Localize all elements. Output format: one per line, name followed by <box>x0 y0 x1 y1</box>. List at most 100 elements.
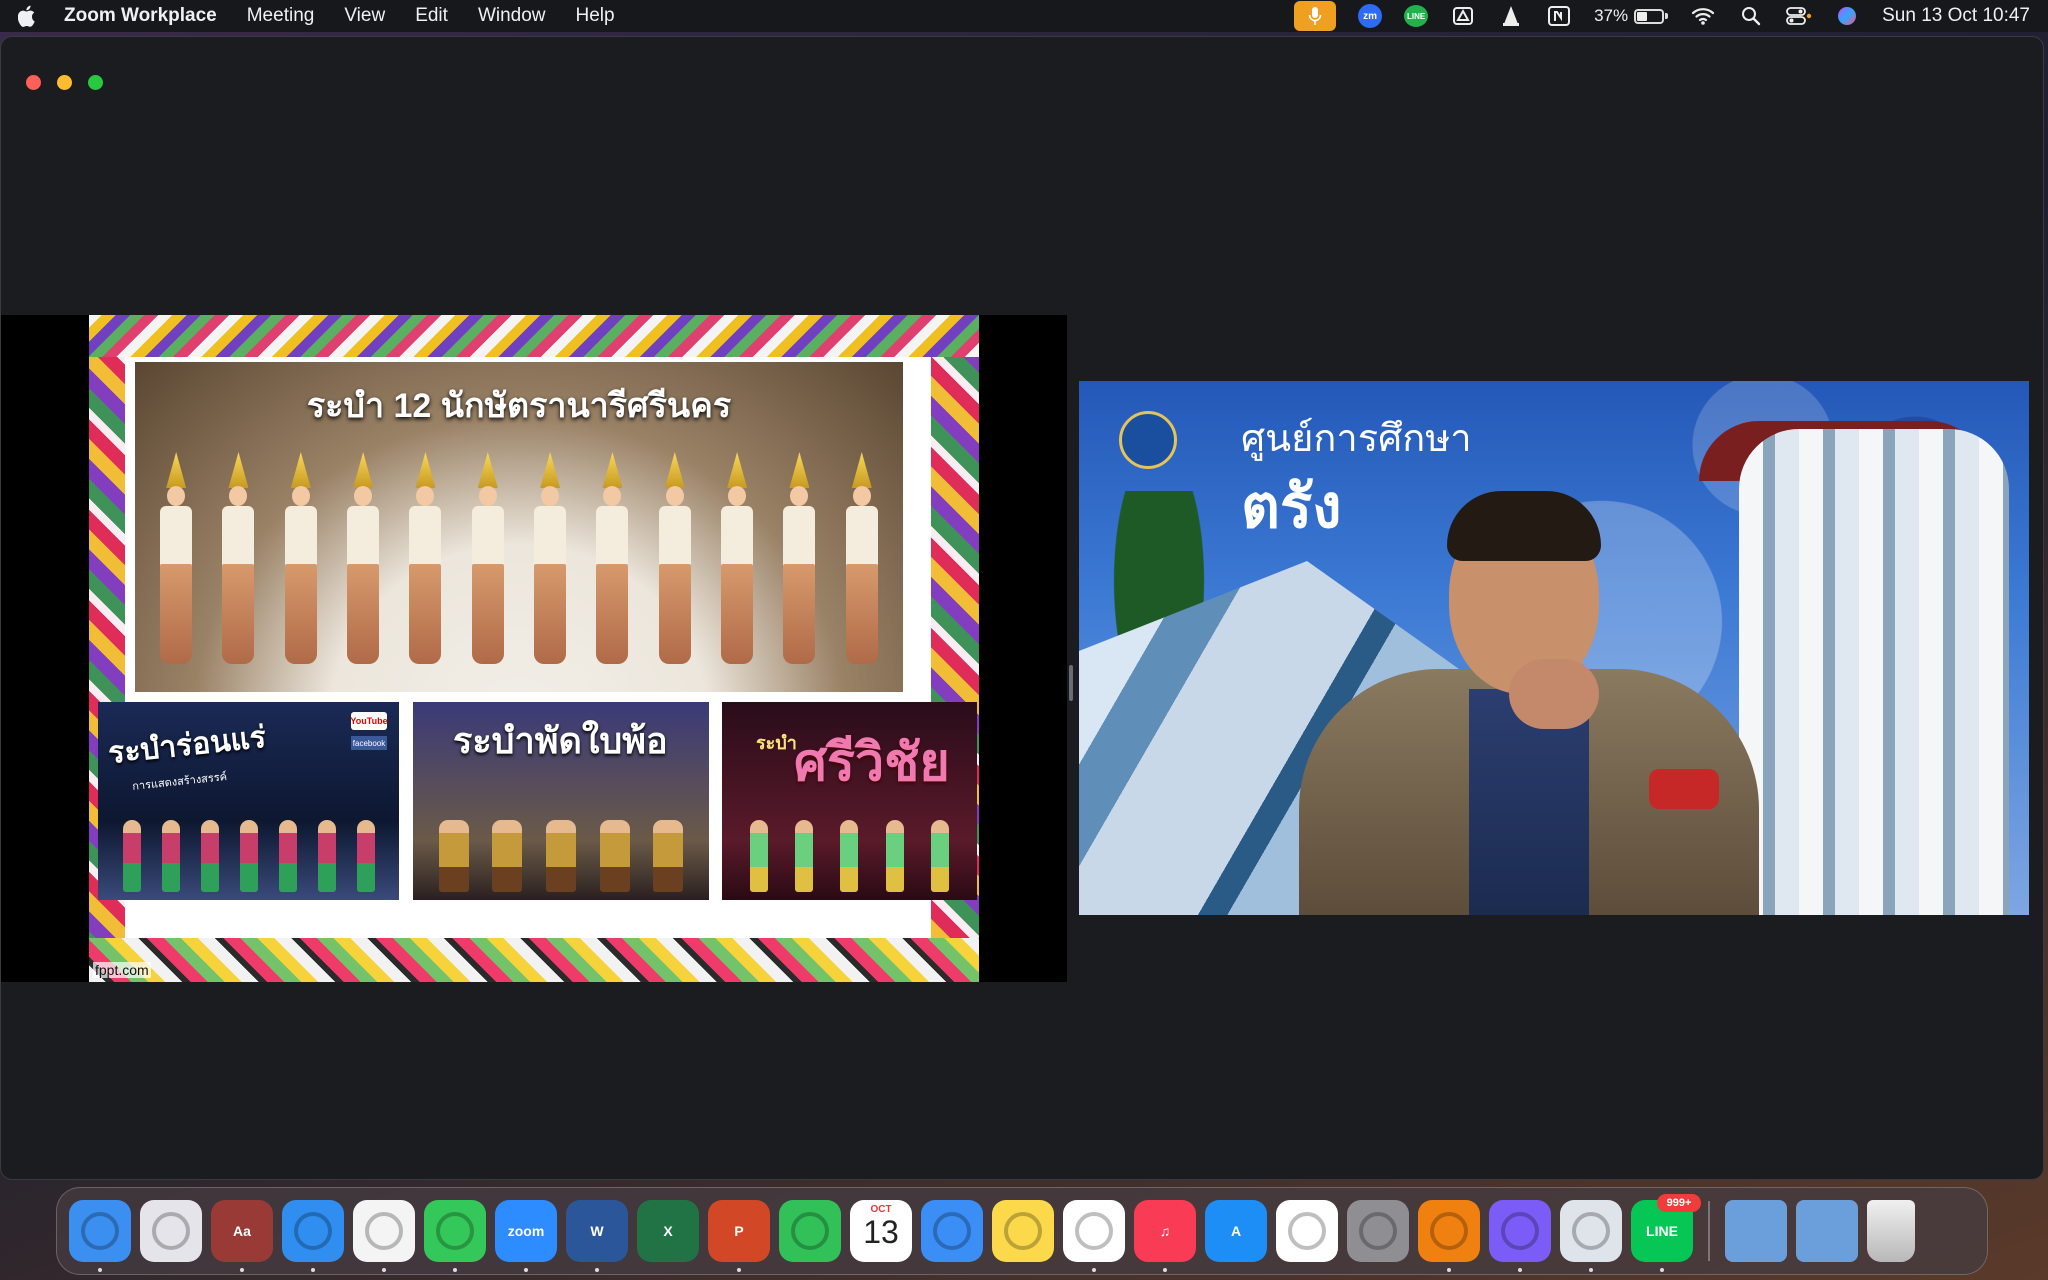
powerpoint-icon[interactable]: P <box>708 1200 770 1272</box>
dock-app-glyph <box>294 1212 332 1250</box>
slide-content: ระบำ 12 นักษัตรานารีศรีนคร ระบำร่อนแร่ ก… <box>98 357 977 949</box>
dock-app-glyph: zoom <box>507 1223 545 1239</box>
menu-app-name[interactable]: Zoom Workplace <box>64 5 217 27</box>
line-icon[interactable]: LINE <box>1404 5 1429 27</box>
control-center-icon[interactable] <box>1786 4 1812 28</box>
app-grid-icon[interactable] <box>1560 1200 1622 1272</box>
thumbnail-row: ระบำร่อนแร่ การแสดงสร้างสรรค์ YouTube fa… <box>98 702 978 902</box>
split-view-resize-handle[interactable] <box>1069 665 1073 701</box>
appstore-icon[interactable]: A <box>1205 1200 1267 1262</box>
menu-edit[interactable]: Edit <box>415 5 448 27</box>
thumbnail-title: ศรีวิชัย <box>794 734 950 792</box>
vlc-icon[interactable] <box>1418 1200 1480 1272</box>
running-indicator <box>1589 1268 1593 1272</box>
excel-icon[interactable]: X <box>637 1200 699 1262</box>
messages-icon[interactable] <box>424 1200 486 1272</box>
running-indicator <box>453 1268 457 1272</box>
running-indicator <box>1163 1268 1167 1272</box>
running-indicator <box>1092 1268 1096 1272</box>
dock-app-glyph <box>1501 1212 1539 1250</box>
running-indicator <box>311 1268 315 1272</box>
music-icon[interactable]: ♫ <box>1134 1200 1196 1272</box>
clock[interactable]: Sun 13 Oct 10:47 <box>1882 5 2030 27</box>
messenger-icon[interactable] <box>1489 1200 1551 1272</box>
thumbnail-sriwichai: ระบำ ศรีวิชัย <box>722 702 977 900</box>
dancer <box>154 452 198 672</box>
participant-video[interactable]: ศูนย์การศึกษา ตรัง <box>1079 381 2029 915</box>
dock-app-glyph <box>791 1212 829 1250</box>
dock-app-glyph: ♫ <box>1159 1223 1171 1239</box>
freeform-icon[interactable] <box>1063 1200 1125 1272</box>
dock-separator <box>1708 1201 1710 1261</box>
trash-icon[interactable] <box>1867 1200 1915 1262</box>
status-area: zm LINE 37% Sun 13 Oct 10:47 <box>1294 1 2030 31</box>
running-indicator <box>524 1268 528 1272</box>
google-drive-icon[interactable] <box>1276 1200 1338 1262</box>
notion-icon[interactable] <box>1546 4 1572 28</box>
close-window-button[interactable] <box>26 75 41 90</box>
zoom-icon[interactable]: zm <box>1358 4 1383 28</box>
safari-icon[interactable] <box>282 1200 344 1272</box>
launchpad-icon[interactable] <box>140 1200 202 1262</box>
menu-help[interactable]: Help <box>576 5 615 27</box>
shared-screen-view[interactable]: ระบำ 12 นักษัตรานารีศรีนคร ระบำร่อนแร่ ก… <box>1 315 1067 982</box>
zoom-app-icon[interactable]: zoom <box>495 1200 557 1272</box>
menu-window[interactable]: Window <box>478 5 546 27</box>
running-indicator <box>240 1268 244 1272</box>
dancer <box>528 452 572 672</box>
word-icon[interactable]: W <box>566 1200 628 1272</box>
notification-badge: 999+ <box>1657 1194 1701 1212</box>
dock-app-glyph: X <box>663 1223 673 1239</box>
minimize-window-button[interactable] <box>57 75 72 90</box>
dock-app-glyph: A <box>1230 1223 1242 1239</box>
youtube-logo: YouTube <box>350 712 388 730</box>
dancer <box>216 452 260 672</box>
dock-app-glyph <box>1359 1212 1397 1250</box>
slide-pattern-border-top <box>89 315 979 357</box>
mail-icon[interactable] <box>921 1200 983 1262</box>
window-controls <box>26 75 103 90</box>
dancer-group <box>145 432 893 672</box>
siri-icon[interactable] <box>1834 4 1860 28</box>
downloads-folder-icon[interactable] <box>1796 1200 1858 1262</box>
dock-app-glyph <box>1288 1212 1326 1250</box>
dancer <box>341 452 385 672</box>
menu-meeting[interactable]: Meeting <box>247 5 315 27</box>
facetime-icon[interactable] <box>779 1200 841 1262</box>
google-drive-icon[interactable] <box>1450 4 1476 28</box>
apple-menu-icon[interactable] <box>18 4 40 28</box>
dictionary-icon[interactable]: Aa <box>211 1200 273 1272</box>
fullscreen-window-button[interactable] <box>88 75 103 90</box>
running-indicator <box>1660 1268 1664 1272</box>
presentation-slide: ระบำ 12 นักษัตรานารีศรีนคร ระบำร่อนแร่ ก… <box>89 315 979 982</box>
dock-app-glyph <box>1004 1212 1042 1250</box>
thumbnail-title: ระบำร่อนแร่ <box>106 720 268 771</box>
applications-folder-icon[interactable] <box>1725 1200 1787 1262</box>
chrome-icon[interactable] <box>353 1200 415 1272</box>
battery-cap <box>1665 13 1669 19</box>
slide-pattern-border-bottom <box>89 938 979 982</box>
running-indicator <box>98 1268 102 1272</box>
battery-indicator[interactable]: 37% <box>1594 6 1669 26</box>
running-indicator <box>1447 1268 1451 1272</box>
calendar-day: 13 <box>863 1214 899 1250</box>
thumbnail-pretitle: ระบำ <box>756 733 797 753</box>
zoom-meeting-window: ระบำ 12 นักษัตรานารีศรีนคร ระบำร่อนแร่ ก… <box>0 36 2044 1180</box>
settings-icon[interactable] <box>1347 1200 1409 1262</box>
line-icon[interactable]: LINE 999+ <box>1631 1194 1701 1272</box>
notes-icon[interactable] <box>992 1200 1054 1262</box>
vlc-icon[interactable] <box>1498 4 1524 28</box>
wifi-icon[interactable] <box>1690 4 1716 28</box>
dock-app-glyph: LINE <box>1646 1223 1678 1239</box>
dock-app-glyph <box>365 1212 403 1250</box>
dock-app-glyph: Aa <box>233 1223 251 1239</box>
dancer <box>653 452 697 672</box>
dock: Aa zoom W X P OCT 13 ♫ A LINE 999+ <box>56 1187 1988 1275</box>
menu-view[interactable]: View <box>344 5 385 27</box>
dancer <box>403 452 447 672</box>
finder-icon[interactable] <box>69 1200 131 1272</box>
microphone-icon[interactable] <box>1294 1 1337 31</box>
calendar-icon[interactable]: OCT 13 <box>850 1200 912 1262</box>
spotlight-search-icon[interactable] <box>1738 4 1764 28</box>
dock-app-glyph <box>81 1212 119 1250</box>
